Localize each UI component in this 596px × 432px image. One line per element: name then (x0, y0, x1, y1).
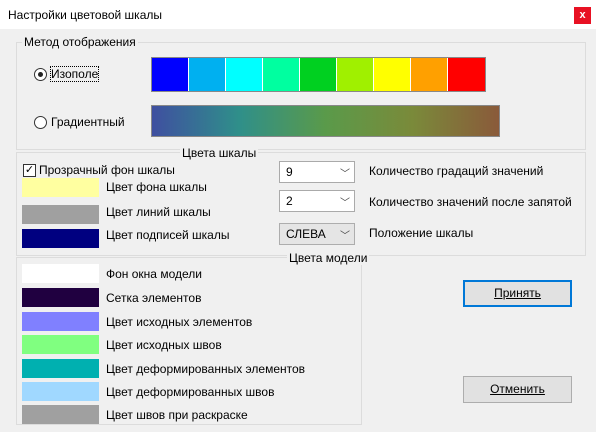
chevron-down-icon: ﹀ (340, 198, 350, 209)
window-title: Настройки цветовой шкалы (8, 8, 162, 22)
radio-isopole-circle[interactable] (34, 67, 47, 81)
chevron-down-icon: ﹀ (340, 231, 350, 242)
dialog-body: Метод отображения Изополе Градиентный Цв… (0, 30, 596, 432)
decimals-label: Количество значений после запятой (369, 195, 572, 209)
model-bg-swatch[interactable] (22, 264, 99, 283)
palette-cell[interactable] (337, 58, 374, 91)
decimals-combo[interactable]: 2 ﹀ (279, 190, 355, 212)
transparent-bg-checkbox[interactable]: ✓ (23, 163, 36, 177)
coloring-seams-swatch[interactable] (22, 405, 99, 424)
orig-elements-label: Цвет исходных элементов (106, 315, 253, 329)
scale-bg-label: Цвет фона шкалы (106, 180, 207, 194)
position-value: СЛЕВА (286, 227, 326, 241)
isopole-palette[interactable] (151, 57, 486, 92)
radio-gradient-label[interactable]: Градиентный (51, 115, 125, 129)
decimals-value: 2 (286, 194, 293, 208)
palette-cell[interactable] (152, 58, 189, 91)
cancel-button[interactable]: Отменить (463, 376, 572, 403)
radio-gradient[interactable]: Градиентный (34, 115, 125, 129)
orig-seams-label: Цвет исходных швов (106, 338, 222, 352)
gradient-bar[interactable] (151, 105, 500, 137)
mesh-label: Сетка элементов (106, 291, 202, 305)
palette-cell[interactable] (411, 58, 448, 91)
radio-isopole-label[interactable]: Изополе (49, 66, 100, 82)
accept-button-label: Принять (494, 286, 541, 300)
scale-text-label: Цвет подписей шкалы (106, 228, 230, 242)
cancel-button-label: Отменить (490, 382, 545, 396)
chevron-down-icon: ﹀ (340, 169, 350, 180)
palette-cell[interactable] (448, 58, 485, 91)
scale-text-swatch[interactable] (22, 229, 99, 248)
scale-lines-swatch[interactable] (22, 205, 99, 224)
model-bg-label: Фон окна модели (106, 267, 202, 281)
display-method-title: Метод отображения (22, 35, 138, 49)
mesh-swatch[interactable] (22, 288, 99, 307)
coloring-seams-label: Цвет швов при раскраске (106, 408, 248, 422)
orig-elements-swatch[interactable] (22, 312, 99, 331)
close-button[interactable]: x (574, 7, 591, 24)
deformed-elements-swatch[interactable] (22, 359, 99, 378)
palette-cell[interactable] (226, 58, 263, 91)
scale-colors-title: Цвета шкалы (180, 146, 259, 160)
radio-gradient-circle[interactable] (34, 115, 47, 129)
position-label: Положение шкалы (369, 226, 474, 240)
palette-cell[interactable] (374, 58, 411, 91)
model-colors-title: Цвета модели (287, 251, 370, 265)
position-combo[interactable]: СЛЕВА ﹀ (279, 223, 355, 245)
radio-isopole[interactable]: Изополе (34, 66, 100, 82)
palette-cell[interactable] (189, 58, 226, 91)
palette-cell[interactable] (263, 58, 300, 91)
transparent-bg-checkbox-row[interactable]: ✓ Прозрачный фон шкалы (23, 163, 175, 177)
deformed-seams-label: Цвет деформированных швов (106, 385, 275, 399)
gradations-value: 9 (286, 165, 293, 179)
deformed-elements-label: Цвет деформированных элементов (106, 362, 306, 376)
accept-button[interactable]: Принять (463, 280, 572, 307)
deformed-seams-swatch[interactable] (22, 382, 99, 401)
palette-cell[interactable] (300, 58, 337, 91)
transparent-bg-label[interactable]: Прозрачный фон шкалы (39, 163, 175, 177)
scale-lines-label: Цвет линий шкалы (106, 205, 211, 219)
orig-seams-swatch[interactable] (22, 335, 99, 354)
gradations-combo[interactable]: 9 ﹀ (279, 161, 355, 183)
gradations-label: Количество градаций значений (369, 164, 544, 178)
scale-bg-swatch[interactable] (22, 178, 99, 197)
title-bar: Настройки цветовой шкалы x (0, 0, 596, 30)
